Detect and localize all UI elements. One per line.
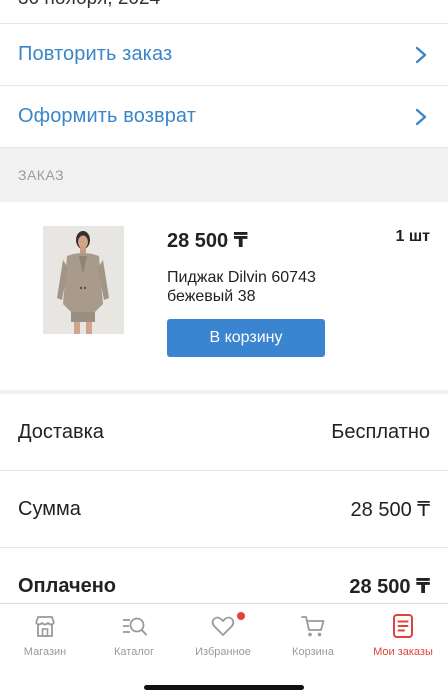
tab-my-orders-label: Мои заказы (373, 646, 433, 658)
tab-favorites[interactable]: Избранное (178, 612, 268, 668)
order-section-title: ЗАКАЗ (18, 167, 65, 183)
product-name[interactable]: Пиджак Dilvin 60743 бежевый 38 (167, 268, 367, 306)
tab-store-label: Магазин (23, 646, 67, 658)
sum-label: Сумма (18, 497, 81, 520)
order-section-header: ЗАКАЗ (0, 148, 448, 202)
paid-value: 28 500 ₸ (349, 576, 430, 598)
catalog-search-icon (123, 617, 147, 636)
order-details-screen: 30 ноября, 2024 Повторить заказ Оформить… (0, 0, 448, 700)
delivery-value: Бесплатно (331, 420, 430, 443)
orders-icon (393, 614, 413, 638)
cart-icon (301, 616, 325, 637)
item-quantity: 1 шт (395, 228, 430, 245)
favorites-badge (237, 612, 245, 620)
tab-catalog[interactable]: Каталог (89, 612, 179, 668)
paid-label: Оплачено (18, 575, 116, 597)
tab-cart-label: Корзина (292, 646, 334, 658)
sum-value: 28 500 ₸ (350, 498, 430, 521)
store-icon (35, 616, 55, 637)
item-price: 28 500 ₸ (167, 230, 248, 252)
chevron-right-icon (415, 46, 427, 63)
tab-favorites-label: Избранное (195, 646, 251, 658)
order-date-text: 30 ноября, 2024 (18, 0, 160, 10)
delivery-label: Доставка (18, 420, 104, 443)
tab-store[interactable]: Магазин (0, 612, 90, 668)
home-indicator (144, 685, 304, 690)
product-name-line1: Пиджак Dilvin 60743 (167, 269, 316, 286)
tab-catalog-label: Каталог (114, 646, 154, 658)
tab-my-orders[interactable]: Мои заказы (358, 612, 448, 668)
sum-row: Сумма 28 500 ₸ (0, 471, 448, 548)
delivery-row: Доставка Бесплатно (0, 394, 448, 471)
heart-icon (211, 616, 235, 636)
chevron-right-icon (415, 108, 427, 125)
tab-cart[interactable]: Корзина (268, 612, 358, 668)
repeat-order-label: Повторить заказ (18, 43, 173, 65)
repeat-order-row[interactable]: Повторить заказ (0, 24, 448, 86)
product-name-line2: бежевый 38 (167, 288, 256, 305)
product-image[interactable] (43, 226, 124, 334)
return-order-label: Оформить возврат (18, 105, 196, 127)
add-to-cart-button[interactable]: В корзину (167, 319, 325, 357)
order-item-card: 28 500 ₸ 1 шт Пиджак Dilvin 60743 бежевы… (0, 202, 448, 390)
return-order-row[interactable]: Оформить возврат (0, 86, 448, 148)
